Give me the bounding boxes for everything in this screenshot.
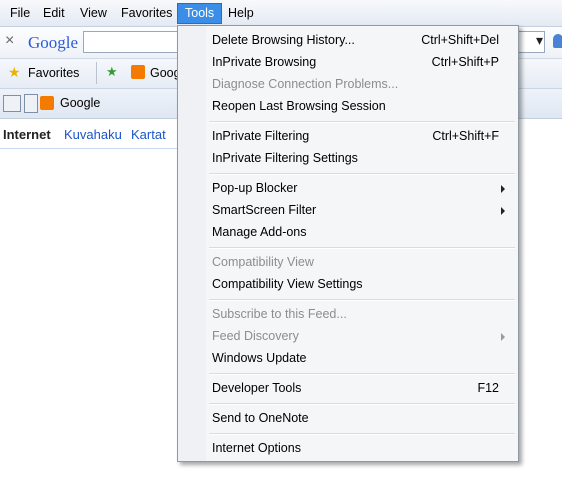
- menu-item-label: Compatibility View Settings: [212, 277, 363, 291]
- menu-tools[interactable]: Tools: [177, 3, 223, 24]
- menu-item-compatibility-view[interactable]: Compatibility View: [181, 252, 515, 273]
- submenu-arrow-icon: [501, 185, 505, 193]
- search-dropdown-icon[interactable]: ▾: [536, 32, 543, 49]
- menu-item-label: Subscribe to this Feed...: [212, 307, 347, 321]
- menu-view[interactable]: View: [73, 3, 114, 23]
- menu-item-delete-browsing-history[interactable]: Delete Browsing History... Ctrl+Shift+De…: [181, 30, 515, 51]
- menu-item-windows-update[interactable]: Windows Update: [181, 348, 515, 369]
- menu-separator: [209, 247, 515, 249]
- menu-edit[interactable]: Edit: [36, 3, 72, 23]
- tab-list-dropdown-icon[interactable]: [24, 94, 38, 113]
- menu-item-label: Reopen Last Browsing Session: [212, 99, 386, 113]
- menu-item-internet-options[interactable]: Internet Options: [181, 438, 515, 459]
- menu-bar: File Edit View Favorites Tools Help: [0, 0, 562, 27]
- menu-item-subscribe-feed[interactable]: Subscribe to this Feed...: [181, 304, 515, 325]
- menu-item-shortcut: Ctrl+Shift+F: [432, 129, 499, 143]
- add-favorite-icon[interactable]: ★: [106, 64, 118, 80]
- menu-item-label: Delete Browsing History...: [212, 33, 355, 47]
- menu-item-label: Internet Options: [212, 441, 301, 455]
- menu-item-manage-addons[interactable]: Manage Add-ons: [181, 222, 515, 243]
- nav-kartat[interactable]: Kartat: [131, 127, 166, 142]
- menu-item-smartscreen-filter[interactable]: SmartScreen Filter: [181, 200, 515, 221]
- menu-separator: [209, 373, 515, 375]
- menu-item-feed-discovery[interactable]: Feed Discovery: [181, 326, 515, 347]
- menu-item-developer-tools[interactable]: Developer Tools F12: [181, 378, 515, 399]
- menu-help[interactable]: Help: [221, 3, 261, 23]
- google-logo: Google: [28, 33, 79, 52]
- menu-item-label: Developer Tools: [212, 381, 302, 395]
- menu-item-shortcut: F12: [477, 381, 499, 395]
- menu-favorites[interactable]: Favorites: [114, 3, 179, 23]
- menu-separator: [209, 173, 515, 175]
- tab-google-label[interactable]: Google: [60, 96, 100, 110]
- favorites-star-icon[interactable]: ★: [8, 64, 21, 81]
- menu-item-label: Feed Discovery: [212, 329, 299, 343]
- menu-item-diagnose-connection[interactable]: Diagnose Connection Problems...: [181, 74, 515, 95]
- menu-item-popup-blocker[interactable]: Pop-up Blocker: [181, 178, 515, 199]
- google-favicon: [131, 65, 145, 79]
- toolbar-divider: [96, 62, 97, 84]
- menu-separator: [209, 433, 515, 435]
- tools-menu: Delete Browsing History... Ctrl+Shift+De…: [177, 25, 519, 462]
- menu-item-inprivate-filtering[interactable]: InPrivate Filtering Ctrl+Shift+F: [181, 126, 515, 147]
- favorites-button-label[interactable]: Favorites: [28, 66, 79, 80]
- nav-underline: [0, 148, 178, 149]
- user-icon[interactable]: [553, 34, 562, 48]
- submenu-arrow-icon: [501, 207, 505, 215]
- menu-item-label: Diagnose Connection Problems...: [212, 77, 399, 91]
- menu-item-label: InPrivate Filtering: [212, 129, 310, 143]
- menu-item-label: InPrivate Browsing: [212, 55, 317, 69]
- menu-item-label: SmartScreen Filter: [212, 203, 317, 217]
- nav-internet: Internet: [3, 127, 51, 142]
- menu-separator: [209, 403, 515, 405]
- menu-item-inprivate-browsing[interactable]: InPrivate Browsing Ctrl+Shift+P: [181, 52, 515, 73]
- menu-item-shortcut: Ctrl+Shift+Del: [421, 33, 499, 47]
- favorite-site-link[interactable]: Goog: [150, 66, 181, 80]
- submenu-arrow-icon: [501, 333, 505, 341]
- menu-item-label: Windows Update: [212, 351, 307, 365]
- menu-separator: [209, 121, 515, 123]
- menu-item-compatibility-view-settings[interactable]: Compatibility View Settings: [181, 274, 515, 295]
- menu-item-label: Compatibility View: [212, 255, 314, 269]
- menu-item-inprivate-filtering-settings[interactable]: InPrivate Filtering Settings: [181, 148, 515, 169]
- nav-kuvahaku[interactable]: Kuvahaku: [64, 127, 122, 142]
- menu-item-send-to-onenote[interactable]: Send to OneNote: [181, 408, 515, 429]
- menu-item-label: InPrivate Filtering Settings: [212, 151, 358, 165]
- menu-item-shortcut: Ctrl+Shift+P: [431, 55, 499, 69]
- menu-separator: [209, 299, 515, 301]
- menu-file[interactable]: File: [3, 3, 37, 23]
- quick-tabs-icon[interactable]: [3, 95, 21, 112]
- tab-google-favicon: [40, 96, 54, 110]
- menu-item-reopen-last-session[interactable]: Reopen Last Browsing Session: [181, 96, 515, 117]
- menu-item-label: Send to OneNote: [212, 411, 309, 425]
- menu-item-label: Manage Add-ons: [212, 225, 307, 239]
- close-icon[interactable]: ×: [5, 32, 14, 50]
- menu-item-label: Pop-up Blocker: [212, 181, 298, 195]
